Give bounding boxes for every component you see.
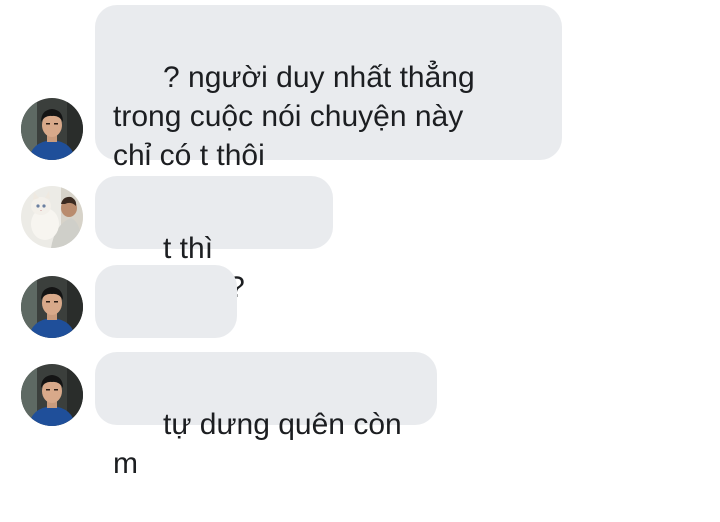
man-portrait-avatar-image — [21, 364, 83, 426]
person-with-cat-avatar-image — [21, 186, 83, 248]
man-portrait-avatar[interactable] — [21, 276, 83, 338]
message-row: t thì sao????? — [0, 165, 720, 304]
message-text: ? người duy nhất thẳng trong cuộc nói ch… — [113, 61, 475, 172]
man-portrait-avatar[interactable] — [21, 364, 83, 426]
message-row: pardon — [0, 255, 720, 393]
message-row: ? người duy nhất thẳng trong cuộc nói ch… — [0, 0, 720, 172]
man-portrait-avatar-image — [21, 276, 83, 338]
person-with-cat-avatar[interactable] — [21, 186, 83, 248]
message-bubble[interactable]: tự dưng quên còn m — [95, 352, 437, 480]
man-portrait-avatar[interactable] — [21, 98, 83, 160]
message-bubble[interactable]: pardon — [95, 265, 237, 393]
message-thread: ? người duy nhất thẳng trong cuộc nói ch… — [0, 0, 720, 480]
message-text: tự dưng quên còn m — [113, 408, 411, 480]
message-row: tự dưng quên còn m — [0, 343, 720, 480]
man-portrait-avatar-image — [21, 98, 83, 160]
message-bubble[interactable]: t thì sao????? — [95, 176, 333, 304]
message-bubble[interactable]: ? người duy nhất thẳng trong cuộc nói ch… — [95, 5, 562, 172]
